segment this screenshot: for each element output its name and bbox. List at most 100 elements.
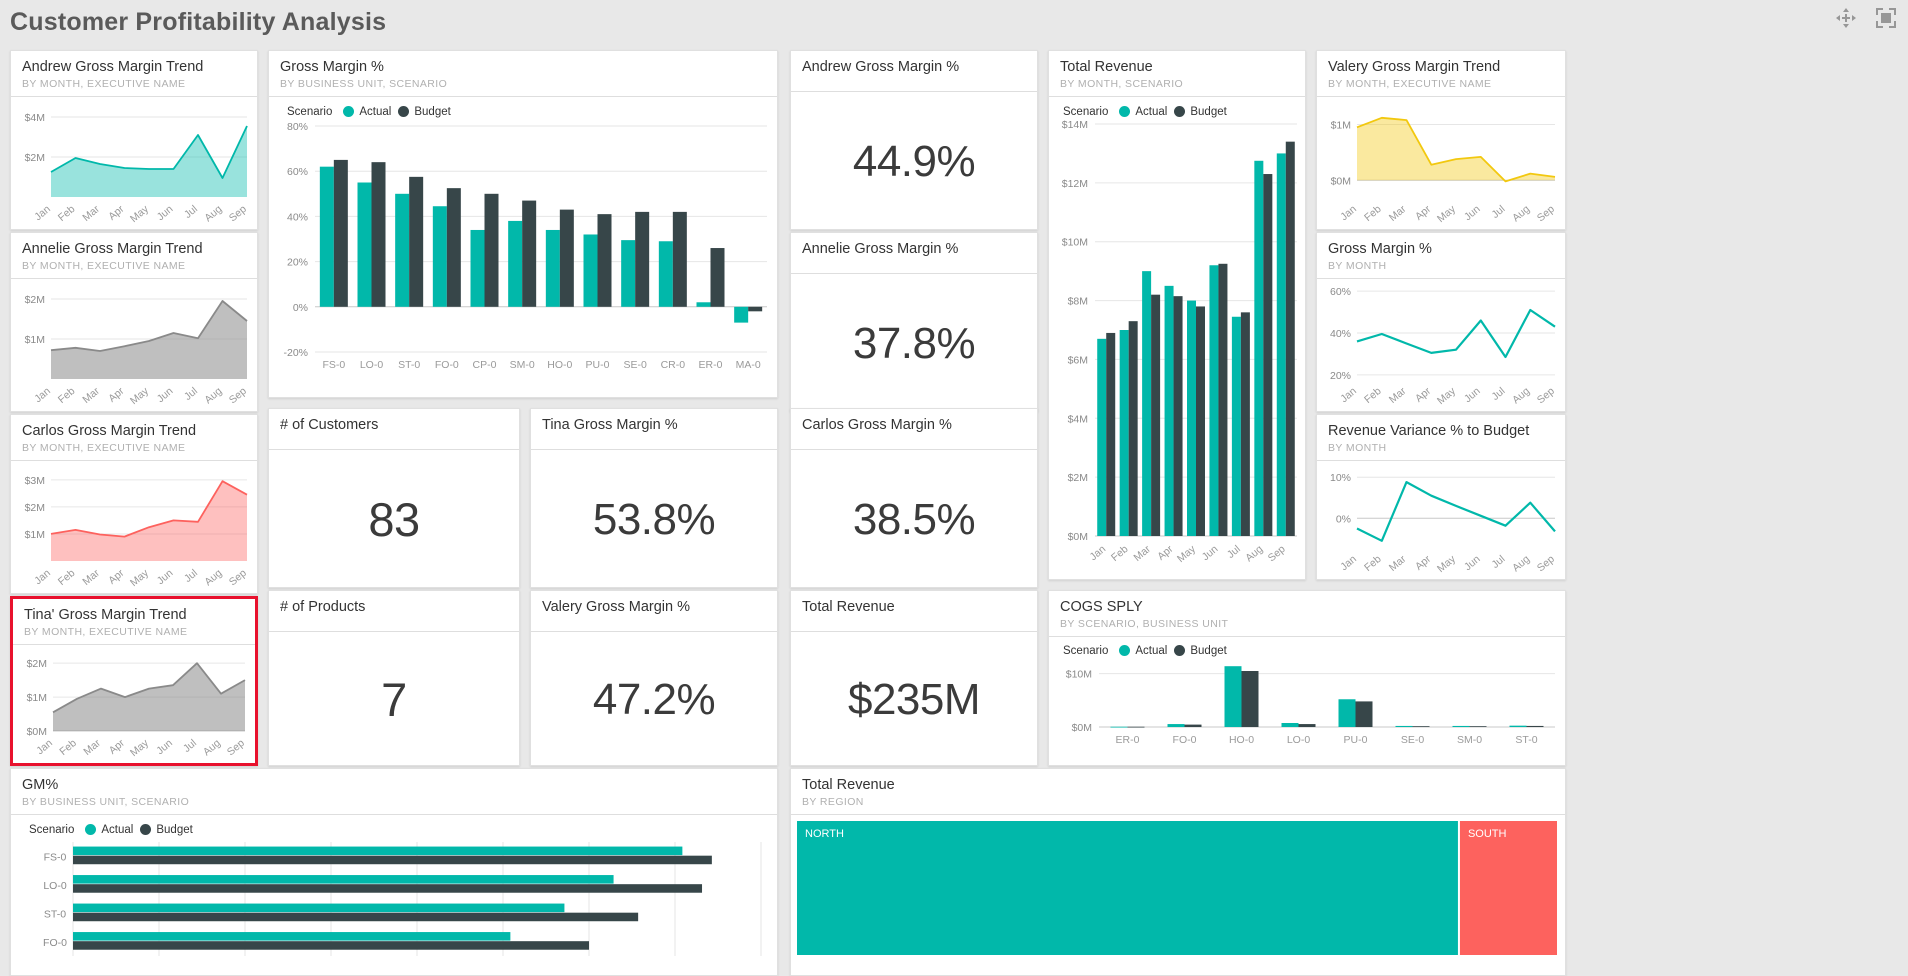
card-annelie-gross-margin-pct[interactable]: Annelie Gross Margin % 37.8% — [790, 232, 1038, 412]
svg-text:Feb: Feb — [56, 203, 78, 224]
svg-text:NORTH: NORTH — [805, 828, 844, 840]
svg-text:$2M: $2M — [25, 294, 45, 306]
card-total-revenue-kpi[interactable]: Total Revenue $235M — [790, 590, 1038, 766]
svg-text:Jun: Jun — [155, 567, 176, 587]
kpi-body: 44.9% — [791, 92, 1037, 229]
svg-text:Feb: Feb — [1362, 385, 1384, 406]
svg-text:$0M: $0M — [1331, 175, 1351, 187]
kpi-value-annelie-gm: 37.8% — [852, 318, 976, 368]
legend-text-actual: Actual — [359, 105, 392, 118]
svg-text:Apr: Apr — [1413, 552, 1434, 572]
card-num-products[interactable]: # of Products 7 — [268, 590, 520, 766]
svg-text:Feb: Feb — [56, 567, 78, 588]
card-gm-pct-bar[interactable]: GM% BY BUSINESS UNIT, SCENARIO Scenario … — [10, 768, 778, 976]
card-carlos-gross-margin-pct[interactable]: Carlos Gross Margin % 38.5% — [790, 408, 1038, 588]
legend-item-actual[interactable]: Actual — [1119, 106, 1167, 118]
legend-item-actual[interactable]: Actual — [343, 106, 391, 118]
svg-text:Jun: Jun — [1200, 543, 1221, 563]
card-title: # of Customers — [280, 417, 379, 433]
card-annelie-gross-margin-trend[interactable]: Annelie Gross Margin Trend BY MONTH, EXE… — [10, 232, 258, 412]
legend-label: Scenario — [1063, 105, 1109, 118]
svg-text:40%: 40% — [1330, 328, 1351, 340]
svg-text:Jul: Jul — [1225, 543, 1243, 561]
svg-text:May: May — [128, 202, 151, 224]
card-title: Valery Gross Margin Trend — [1328, 59, 1501, 75]
card-header: Gross Margin % BY MONTH — [1317, 233, 1565, 278]
legend-item-budget[interactable]: Budget — [1174, 645, 1227, 657]
focus-mode-icon[interactable] — [1834, 6, 1858, 30]
legend-item-budget[interactable]: Budget — [398, 106, 451, 118]
chart-total-revenue-treemap[interactable]: NORTH SOUTH — [791, 815, 1565, 961]
chart-rev-variance[interactable]: 10% 0% Jan Feb Mar Apr May Jun Jul Aug Sep — [1317, 461, 1565, 575]
legend-swatch-actual — [85, 824, 97, 836]
legend-swatch-actual — [1119, 645, 1131, 657]
svg-text:Aug: Aug — [202, 385, 224, 406]
card-valery-gross-margin-pct[interactable]: Valery Gross Margin % 47.2% — [530, 590, 778, 766]
card-tina-gross-margin-trend[interactable]: Tina' Gross Margin Trend BY MONTH, EXECU… — [10, 596, 258, 766]
svg-text:$4M: $4M — [25, 112, 45, 124]
svg-text:-20%: -20% — [283, 347, 308, 359]
svg-text:HO-0: HO-0 — [547, 359, 572, 371]
svg-text:$4M: $4M — [1068, 413, 1088, 425]
card-header: Annelie Gross Margin % — [791, 233, 1037, 264]
card-revenue-variance-to-budget[interactable]: Revenue Variance % to Budget BY MONTH 10… — [1316, 414, 1566, 580]
card-title: COGS SPLY — [1060, 599, 1143, 615]
chart-gm-pct-month[interactable]: 60% 40% 20% Jan Feb Mar Apr May Jun Jul Aug Sep — [1317, 279, 1565, 407]
card-title: # of Products — [280, 599, 366, 615]
card-title: Gross Margin % — [280, 59, 384, 75]
chart-gm-pct-bu[interactable]: 80% 60% 40% 20% 0% -20% FS-0 LO-0 ST-0 FO-0 CP-0 SM… — [269, 118, 777, 388]
svg-text:$3M: $3M — [25, 474, 45, 486]
card-num-customers[interactable]: # of Customers 83 — [268, 408, 520, 588]
card-title: Tina Gross Margin % — [542, 417, 678, 433]
card-title: GM% — [22, 777, 59, 793]
chart-cogs-sply[interactable]: $10M $0M ER-0 FO-0 HO-0 LO-0 PU-0 SE-0 SM-0 ST-0 — [1049, 657, 1565, 753]
fit-to-screen-icon[interactable] — [1874, 6, 1898, 30]
legend-item-budget[interactable]: Budget — [140, 824, 193, 836]
card-tina-gross-margin-pct[interactable]: Tina Gross Margin % 53.8% — [530, 408, 778, 588]
legend-scenario: Scenario Actual Budget — [11, 815, 777, 836]
svg-text:Jun: Jun — [155, 203, 176, 223]
svg-text:May: May — [128, 736, 151, 758]
legend-scenario: Scenario Actual Budget — [269, 97, 777, 118]
svg-text:Jan: Jan — [1087, 543, 1108, 563]
card-total-revenue-by-region[interactable]: Total Revenue BY REGION NORTH SOUTH — [790, 768, 1566, 976]
card-title: Valery Gross Margin % — [542, 599, 690, 615]
svg-text:$8M: $8M — [1068, 295, 1088, 307]
chart-valery-trend[interactable]: $1M $0M Jan Feb Mar Apr May Jun Jul Aug Sep — [1317, 97, 1565, 225]
legend-item-actual[interactable]: Actual — [85, 824, 133, 836]
card-gross-margin-pct-by-business-unit[interactable]: Gross Margin % BY BUSINESS UNIT, SCENARI… — [268, 50, 778, 398]
chart-annelie-trend[interactable]: $2M $1M Jan Feb Mar Apr May Jun Jul Aug Sep — [11, 279, 257, 407]
card-header: Carlos Gross Margin % — [791, 409, 1037, 440]
svg-text:Aug: Aug — [1510, 203, 1532, 224]
chart-carlos-trend[interactable]: $3M $2M $1M Jan Feb Mar Apr May Jun Jul Aug Sep — [11, 461, 257, 588]
legend-item-actual[interactable]: Actual — [1119, 645, 1167, 657]
svg-text:Apr: Apr — [106, 202, 127, 222]
card-andrew-gross-margin-pct[interactable]: Andrew Gross Margin % 44.9% — [790, 50, 1038, 230]
svg-text:Mar: Mar — [80, 384, 102, 405]
card-carlos-gross-margin-trend[interactable]: Carlos Gross Margin Trend BY MONTH, EXEC… — [10, 414, 258, 594]
card-header: Carlos Gross Margin Trend BY MONTH, EXEC… — [11, 415, 257, 460]
card-andrew-gross-margin-trend[interactable]: Andrew Gross Margin Trend BY MONTH, EXEC… — [10, 50, 258, 230]
svg-text:Feb: Feb — [1362, 203, 1384, 224]
svg-text:Sep: Sep — [227, 385, 249, 406]
card-title: Carlos Gross Margin Trend — [22, 423, 197, 439]
card-subtitle: BY REGION — [802, 795, 864, 808]
chart-total-revenue-month[interactable]: $14M $12M $10M $8M $6M $4M $2M $0M Jan Feb Mar Apr M… — [1049, 118, 1305, 570]
chart-tina-trend[interactable]: $2M $1M $0M Jan Feb Mar Apr May Jun Jul Aug Sep — [13, 645, 255, 759]
svg-text:$1M: $1M — [27, 692, 47, 704]
chart-andrew-trend[interactable]: $4M $2M Jan Feb Mar Apr May Jun Jul Aug Sep — [11, 97, 257, 225]
svg-text:$0M: $0M — [1072, 722, 1092, 734]
card-gross-margin-pct-by-month[interactable]: Gross Margin % BY MONTH 60% 40% 20% Jan Feb M… — [1316, 232, 1566, 412]
chart-gm-pct-bar[interactable]: FS-0 LO-0 ST-0 FO-0 — [11, 836, 777, 956]
svg-text:10%: 10% — [1330, 472, 1351, 484]
card-total-revenue-by-month[interactable]: Total Revenue BY MONTH, SCENARIO Scenari… — [1048, 50, 1306, 580]
svg-text:20%: 20% — [287, 256, 308, 268]
svg-text:Jan: Jan — [32, 203, 53, 223]
svg-text:Sep: Sep — [1535, 203, 1557, 224]
svg-text:Apr: Apr — [106, 566, 127, 586]
card-valery-gross-margin-trend[interactable]: Valery Gross Margin Trend BY MONTH, EXEC… — [1316, 50, 1566, 230]
card-cogs-sply[interactable]: COGS SPLY BY SCENARIO, BUSINESS UNIT Sce… — [1048, 590, 1566, 766]
svg-text:MA-0: MA-0 — [736, 359, 761, 371]
svg-text:SE-0: SE-0 — [623, 359, 647, 371]
legend-item-budget[interactable]: Budget — [1174, 106, 1227, 118]
